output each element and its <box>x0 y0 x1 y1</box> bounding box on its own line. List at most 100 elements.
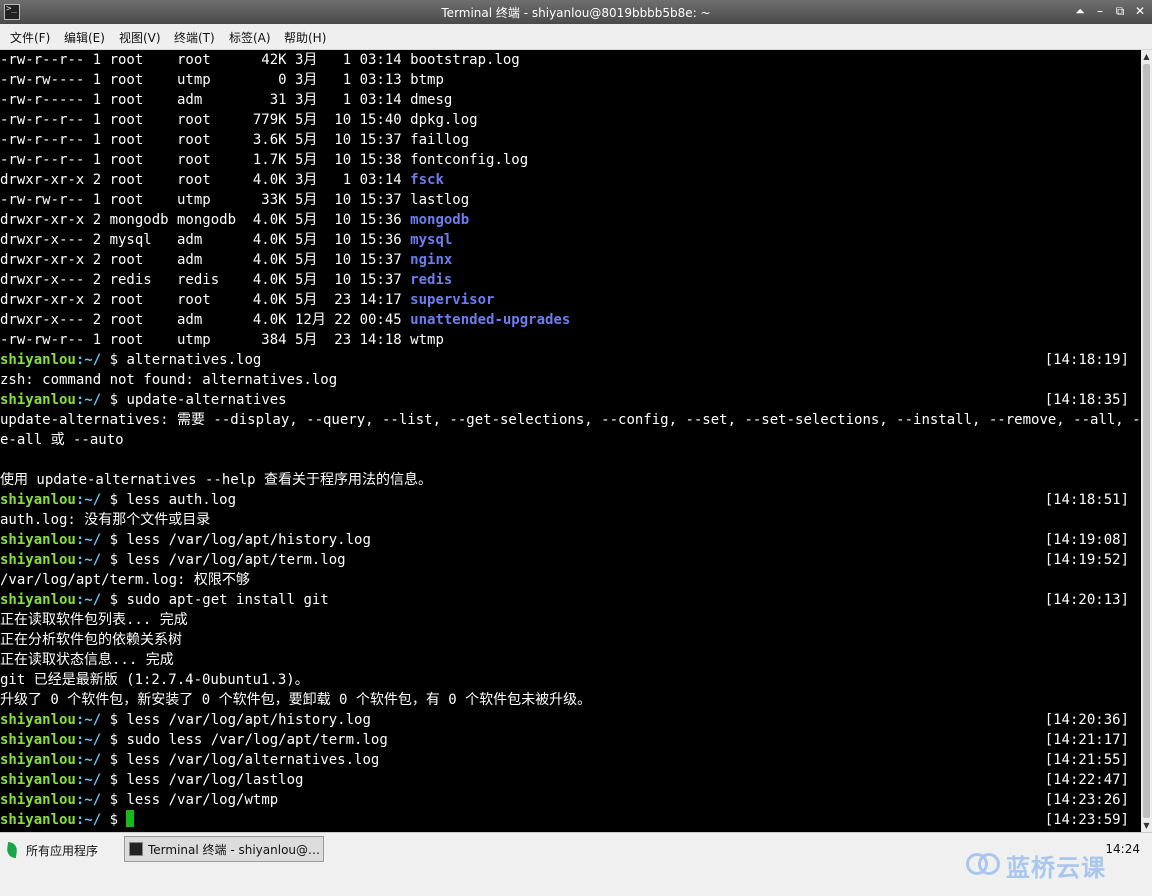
menu-edit[interactable]: 编辑(E) <box>64 29 105 46</box>
text-cursor[interactable] <box>126 810 135 827</box>
ls-entry-line: -rw-r----- 1 root adm 31 3月 1 03:14 dmes… <box>0 90 1141 110</box>
shade-button[interactable]: ⏶ <box>1072 3 1088 19</box>
ls-entry-meta: -rw-r--r-- 1 root root 779K 5月 10 15:40 <box>0 112 411 128</box>
directory-name: nginx <box>410 252 453 268</box>
prompt-path: :~/ <box>75 532 102 548</box>
window-controls: ⏶ – ⧉ ✕ <box>1072 3 1148 19</box>
ls-entry-meta: -rw-r----- 1 root adm 31 3月 1 03:14 <box>0 92 411 108</box>
prompt-line: shiyanlou:~/ $ less /var/log/lastlog [14:… <box>0 770 1141 790</box>
clock[interactable]: 14:24 <box>1105 842 1140 856</box>
prompt-timestamp: [14:18:19] <box>1044 352 1129 368</box>
prompt-timestamp: [14:20:13] <box>1044 592 1129 608</box>
ls-entry-line: drwxr-x--- 2 redis redis 4.0K 5月 10 15:3… <box>0 270 1141 290</box>
ls-entry-line: drwxr-xr-x 2 root root 4.0K 5月 23 14:17 … <box>0 290 1141 310</box>
directory-name: fsck <box>410 172 444 188</box>
ls-entry-line: drwxr-x--- 2 mysql adm 4.0K 5月 10 15:36 … <box>0 230 1141 250</box>
menu-view[interactable]: 视图(V) <box>119 29 161 46</box>
prompt-timestamp: [14:19:08] <box>1044 532 1129 548</box>
command-text: less /var/log/alternatives.log <box>126 752 380 768</box>
output-line: /var/log/apt/term.log: 权限不够 <box>0 572 250 588</box>
ls-entry-meta: -rw-rw---- 1 root utmp 0 3月 1 03:13 <box>0 72 411 88</box>
terminal-view[interactable]: -rw-r--r-- 1 root root 42K 3月 1 03:14 bo… <box>0 50 1141 832</box>
scroll-down-icon[interactable]: ▼ <box>1142 821 1151 830</box>
ls-entry-meta: drwxr-xr-x 2 root root 4.0K 5月 23 14:17 <box>0 292 411 308</box>
prompt-path: :~/ <box>75 552 102 568</box>
ls-entry-meta: drwxr-xr-x 2 root adm 4.0K 5月 10 15:37 <box>0 252 411 268</box>
ls-entry-meta: -rw-r--r-- 1 root root 1.7K 5月 10 15:38 <box>0 152 411 168</box>
brand-name: 蓝桥云课 <box>1006 853 1106 882</box>
menu-file[interactable]: 文件(F) <box>10 29 50 46</box>
prompt-user: shiyanlou <box>0 532 76 548</box>
maximize-button[interactable]: ⧉ <box>1112 3 1128 19</box>
minimize-button[interactable]: – <box>1092 3 1108 19</box>
scroll-up-icon[interactable]: ▲ <box>1142 52 1151 61</box>
prompt-line: shiyanlou:~/ $ sudo less /var/log/apt/te… <box>0 730 1141 750</box>
app-menu-button[interactable]: 所有应用程序 <box>4 837 98 863</box>
menu-tabs[interactable]: 标签(A) <box>229 29 271 46</box>
prompt-user: shiyanlou <box>0 712 76 728</box>
prompt-timestamp: [14:21:17] <box>1044 732 1129 748</box>
ls-entry-line: drwxr-xr-x 2 mongodb mongodb 4.0K 5月 10 … <box>0 210 1141 230</box>
prompt-user: shiyanlou <box>0 392 76 408</box>
prompt-timestamp: [14:18:35] <box>1044 392 1129 408</box>
file-name: dmesg <box>410 92 453 108</box>
prompt-user: shiyanlou <box>0 812 76 828</box>
command-text: less /var/log/apt/history.log <box>126 712 371 728</box>
prompt-path: :~/ <box>75 492 102 508</box>
file-name: wtmp <box>410 332 444 348</box>
prompt-path: :~/ <box>75 752 102 768</box>
prompt-path: :~/ <box>75 812 102 828</box>
ls-entry-meta: -rw-r--r-- 1 root root 42K 3月 1 03:14 <box>0 52 411 68</box>
brand-logo-icon <box>964 851 1000 879</box>
output-line: 正在分析软件包的依赖关系树 <box>0 632 182 648</box>
prompt-line: shiyanlou:~/ $ update-alternatives [14:18… <box>0 390 1141 410</box>
terminal-scrollbar[interactable]: ▲ ▼ <box>1141 50 1152 832</box>
file-name: btmp <box>410 72 444 88</box>
prompt-symbol: $ <box>101 532 127 548</box>
prompt-line: shiyanlou:~/ $ less /var/log/apt/history… <box>0 710 1141 730</box>
command-text: update-alternatives <box>126 392 287 408</box>
directory-name: mysql <box>410 232 453 248</box>
output-line: 正在读取软件包列表... 完成 <box>0 612 188 628</box>
menu-terminal[interactable]: 终端(T) <box>174 29 215 46</box>
prompt-symbol: $ <box>101 552 127 568</box>
command-text: less /var/log/apt/term.log <box>126 552 346 568</box>
output-line: 升级了 0 个软件包，新安装了 0 个软件包，要卸载 0 个软件包，有 0 个软… <box>0 692 592 708</box>
command-text: alternatives.log <box>126 352 262 368</box>
command-text: sudo apt-get install git <box>126 592 329 608</box>
ls-entry-meta: -rw-rw-r-- 1 root utmp 33K 5月 10 15:37 <box>0 192 411 208</box>
prompt-symbol: $ <box>101 752 127 768</box>
taskbar-terminal-button[interactable]: Terminal 终端 - shiyanlou@… <box>124 836 324 862</box>
file-name: faillog <box>410 132 470 148</box>
prompt-path: :~/ <box>75 732 102 748</box>
close-button[interactable]: ✕ <box>1132 3 1148 19</box>
ls-entry-meta: drwxr-x--- 2 root adm 4.0K 12月 22 00:45 <box>0 312 411 328</box>
prompt-timestamp: [14:23:26] <box>1044 792 1129 808</box>
prompt-line: shiyanlou:~/ $ less /var/log/wtmp [14:23:… <box>0 790 1141 810</box>
file-name: bootstrap.log <box>410 52 520 68</box>
directory-name: redis <box>410 272 453 288</box>
leaf-logo-icon <box>4 840 20 860</box>
ls-entry-meta: drwxr-x--- 2 redis redis 4.0K 5月 10 15:3… <box>0 272 411 288</box>
scroll-thumb[interactable] <box>1143 64 1150 818</box>
prompt-path: :~/ <box>75 772 102 788</box>
prompt-timestamp: [14:19:52] <box>1044 552 1129 568</box>
terminal-output: -rw-r--r-- 1 root root 42K 3月 1 03:14 bo… <box>0 50 1141 830</box>
ls-entry-line: drwxr-xr-x 2 root root 4.0K 3月 1 03:14 f… <box>0 170 1141 190</box>
prompt-path: :~/ <box>75 592 102 608</box>
prompt-user: shiyanlou <box>0 732 76 748</box>
terminal-task-icon <box>129 842 143 856</box>
file-name: lastlog <box>410 192 470 208</box>
prompt-symbol: $ <box>101 712 127 728</box>
prompt-symbol: $ <box>101 732 127 748</box>
output-line: 正在读取状态信息... 完成 <box>0 652 174 668</box>
prompt-path: :~/ <box>75 792 102 808</box>
command-text: sudo less /var/log/apt/term.log <box>126 732 388 748</box>
prompt-timestamp: [14:21:55] <box>1044 752 1129 768</box>
directory-name: unattended-upgrades <box>410 312 571 328</box>
directory-name: supervisor <box>410 292 495 308</box>
window-titlebar[interactable]: Terminal 终端 - shiyanlou@8019bbbb5b8e: ~ … <box>0 0 1152 24</box>
menu-help[interactable]: 帮助(H) <box>284 29 326 46</box>
prompt-timestamp: [14:23:59] <box>1044 812 1129 828</box>
ls-entry-meta: drwxr-xr-x 2 mongodb mongodb 4.0K 5月 10 … <box>0 212 411 228</box>
